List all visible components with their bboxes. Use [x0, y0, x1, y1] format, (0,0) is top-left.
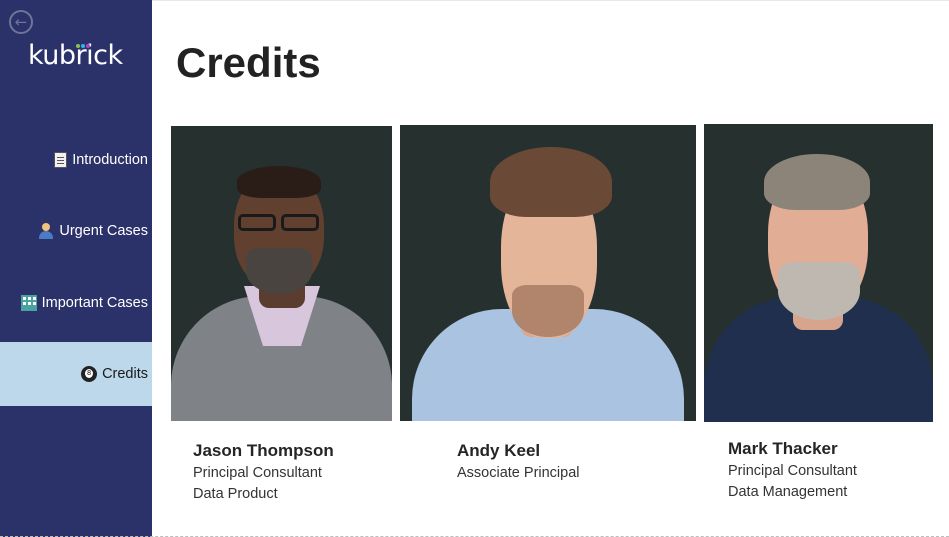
main-content: Credits Jason Thompson Principal Consult… — [152, 0, 949, 537]
eight-ball-icon — [81, 366, 98, 382]
person-department: Data Product — [193, 486, 278, 502]
sidebar-item-label: Urgent Cases — [59, 223, 148, 239]
person-name: Jason Thompson — [193, 441, 334, 460]
logo-dots — [76, 44, 94, 50]
photo-andy-keel — [400, 125, 696, 421]
person-icon — [38, 223, 54, 239]
person-role: Principal Consultant — [728, 463, 857, 479]
person-role: Associate Principal — [457, 465, 580, 481]
back-arrow-icon[interactable]: ← — [9, 10, 33, 34]
sidebar-item-label: Credits — [102, 366, 148, 382]
document-icon — [54, 152, 68, 168]
person-role: Principal Consultant — [193, 465, 322, 481]
sidebar-item-label: Important Cases — [41, 295, 148, 311]
sidebar-item-urgent-cases[interactable]: Urgent Cases — [0, 199, 152, 263]
sidebar-item-introduction[interactable]: Introduction — [0, 128, 152, 192]
person-name: Andy Keel — [457, 441, 541, 460]
sidebar-item-credits[interactable]: Credits — [0, 342, 152, 406]
sidebar: ← kubrick Introduction Urgent Cases Impo… — [0, 0, 152, 537]
sidebar-item-important-cases[interactable]: Important Cases — [0, 271, 152, 335]
photo-jason-thompson — [171, 126, 392, 421]
page-title: Credits — [176, 39, 321, 86]
sidebar-item-label: Introduction — [72, 152, 148, 168]
building-icon — [20, 295, 37, 311]
person-name: Mark Thacker — [728, 439, 838, 458]
person-department: Data Management — [728, 484, 848, 500]
photo-mark-thacker — [704, 124, 933, 422]
